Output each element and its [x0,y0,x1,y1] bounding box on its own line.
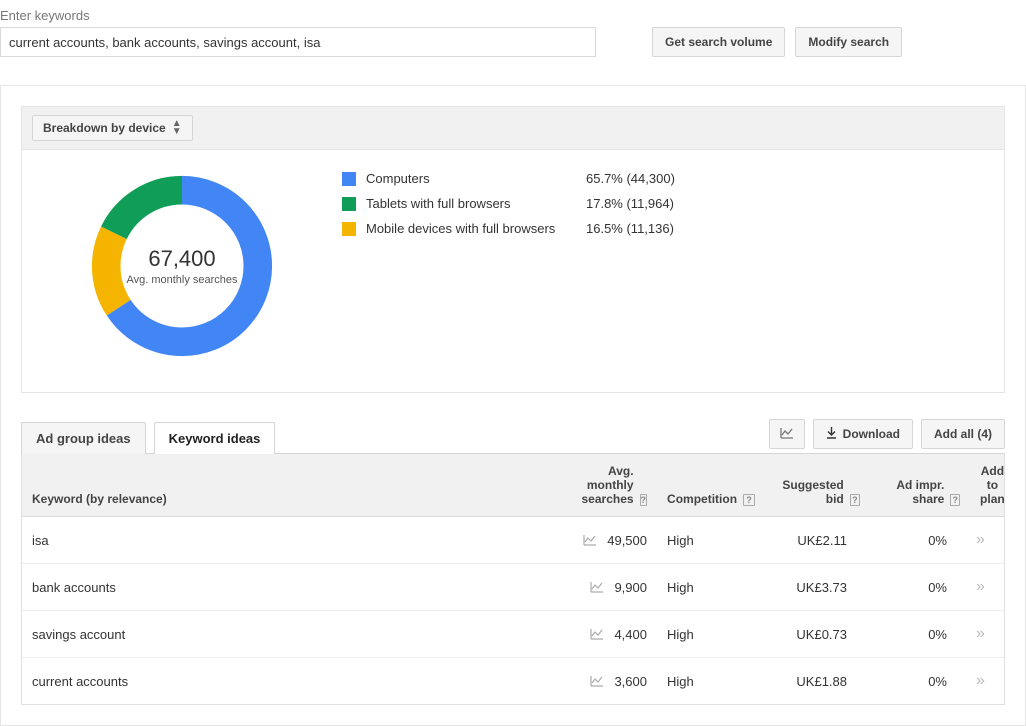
cell-bid: UK£3.73 [752,566,857,609]
cell-competition: High [657,660,752,703]
table-row: savings account4,400HighUK£0.730%» [22,611,1004,658]
table-row: isa49,500HighUK£2.110% » [22,517,1004,564]
trend-icon[interactable] [590,675,604,687]
cell-ams: 3,600 [567,660,657,703]
cell-bid: UK£2.11 [752,519,857,562]
cell-add: » [957,658,1004,704]
legend-label: Tablets with full browsers [366,196,586,211]
cell-impr: 0% [857,519,957,562]
legend-item: Mobile devices with full browsers16.5% (… [342,216,994,241]
breakdown-box: Breakdown by device ▲▼ 67,400 Avg. month… [21,106,1005,393]
legend-label: Mobile devices with full browsers [366,221,586,236]
legend-swatch [342,197,356,211]
trend-icon[interactable] [590,581,604,593]
tab-ad-group-ideas[interactable]: Ad group ideas [21,422,146,454]
get-search-volume-button[interactable]: Get search volume [652,27,785,57]
legend-value: 65.7% (44,300) [586,171,675,186]
cell-competition: High [657,519,752,562]
add-to-plan-button[interactable]: » [976,531,985,548]
cell-add: » [957,517,1004,563]
add-to-plan-button[interactable]: » [976,578,985,595]
legend-item: Computers65.7% (44,300) [342,166,994,191]
cell-keyword: current accounts [22,660,567,703]
cell-bid: UK£1.88 [752,660,857,703]
legend-item: Tablets with full browsers17.8% (11,964) [342,191,994,216]
cell-keyword: isa [22,519,567,562]
download-button[interactable]: Download [813,419,913,449]
help-icon[interactable]: ? [640,494,648,506]
chart-toggle-button[interactable] [769,419,805,449]
keywords-label: Enter keywords [0,8,1026,23]
table-header: Keyword (by relevance) Avg. monthly sear… [22,454,1004,517]
cell-impr: 0% [857,566,957,609]
th-add: Add to plan [970,454,1015,516]
add-to-plan-button[interactable]: » [976,625,985,642]
add-all-button[interactable]: Add all (4) [921,419,1005,449]
donut-center-label: Avg. monthly searches [126,274,237,286]
cell-ams: 9,900 [567,566,657,609]
tab-keyword-ideas[interactable]: Keyword ideas [154,422,276,454]
keywords-input[interactable] [0,27,596,57]
legend-value: 16.5% (11,136) [586,221,674,236]
cell-add: » [957,564,1004,610]
th-competition[interactable]: Competition? [657,454,765,516]
cell-keyword: bank accounts [22,566,567,609]
trend-icon[interactable] [590,628,604,640]
legend: Computers65.7% (44,300)Tablets with full… [342,166,994,366]
cell-add: » [957,611,1004,657]
legend-value: 17.8% (11,964) [586,196,674,211]
download-label: Download [843,427,900,441]
download-icon [826,427,837,442]
th-keyword[interactable]: Keyword (by relevance) [22,454,567,516]
keyword-table: Keyword (by relevance) Avg. monthly sear… [21,453,1005,705]
modify-search-button[interactable]: Modify search [795,27,902,57]
cell-competition: High [657,566,752,609]
th-bid[interactable]: Suggested bid? [765,454,870,516]
legend-label: Computers [366,171,586,186]
help-icon[interactable]: ? [743,494,755,506]
breakdown-selector-label: Breakdown by device [43,121,166,135]
donut-chart: 67,400 Avg. monthly searches [82,166,282,366]
donut-center-value: 67,400 [148,246,215,272]
legend-swatch [342,172,356,186]
table-row: current accounts3,600HighUK£1.880% » [22,658,1004,704]
trend-icon[interactable] [583,534,597,546]
cell-ams: 49,500 [567,519,657,562]
breakdown-selector[interactable]: Breakdown by device ▲▼ [32,115,193,141]
cell-impr: 0% [857,660,957,703]
table-row: bank accounts9,900HighUK£3.730% » [22,564,1004,611]
add-to-plan-button[interactable]: » [976,672,985,689]
legend-swatch [342,222,356,236]
th-ams[interactable]: Avg. monthly searches? [567,454,657,516]
results-panel: Breakdown by device ▲▼ 67,400 Avg. month… [0,85,1026,726]
help-icon[interactable]: ? [850,494,860,506]
line-chart-icon [780,427,794,442]
sort-icon: ▲▼ [172,120,182,136]
help-icon[interactable]: ? [950,494,960,506]
th-impr[interactable]: Ad impr. share? [870,454,970,516]
